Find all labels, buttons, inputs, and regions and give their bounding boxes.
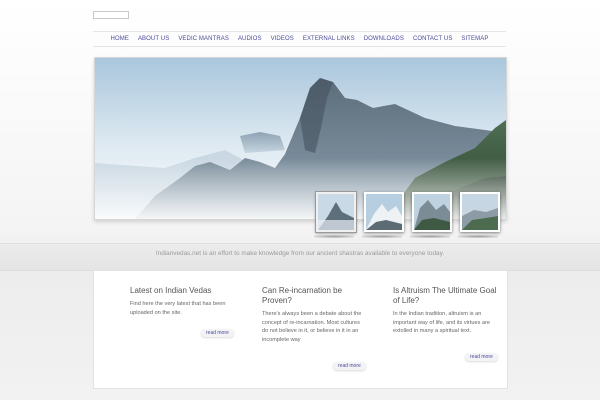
thumbnail-reflection: [410, 235, 450, 238]
main-navigation: HOME ABOUT US VEDIC MANTRAS AUDIOS VIDEO…: [93, 31, 506, 47]
tagline-band: [0, 243, 600, 271]
nav-external-links[interactable]: EXTERNAL LINKS: [303, 36, 355, 42]
nav-vedic-mantras[interactable]: VEDIC MANTRAS: [178, 36, 229, 42]
column-title: Latest on Indian Vedas: [130, 286, 212, 295]
nav-audios[interactable]: AUDIOS: [238, 36, 262, 42]
column-text: Find here the very latest that has been …: [130, 301, 226, 316]
read-more-button[interactable]: read more: [465, 353, 498, 361]
nav-downloads[interactable]: DOWNLOADS: [364, 36, 404, 42]
thumbnail-image: [318, 194, 354, 230]
thumbnail-image: [366, 194, 402, 230]
nav-contact-us[interactable]: CONTACT US: [413, 36, 452, 42]
thumbnail-reflection: [458, 235, 498, 238]
thumbnail-reflection: [314, 235, 354, 238]
thumbnail-3[interactable]: [412, 192, 452, 232]
column-reincarnation: Can Re-incarnation be Proven? There's al…: [262, 286, 366, 344]
column-title: Can Re-incarnation be Proven?: [262, 286, 343, 305]
site-logo[interactable]: [93, 11, 129, 19]
thumbnail-2[interactable]: [364, 192, 404, 232]
column-text: In the Indian tradition, altruism is an …: [393, 311, 491, 335]
slideshow-thumbnails: [0, 192, 600, 242]
read-more-button[interactable]: read more: [333, 362, 366, 370]
nav-about-us[interactable]: ABOUT US: [138, 36, 169, 42]
nav-videos[interactable]: VIDEOS: [271, 36, 294, 42]
column-title: Is Altruism The Ultimate Goal of Life?: [393, 286, 497, 305]
column-latest: Latest on Indian Vedas Find here the ver…: [130, 286, 234, 317]
column-altruism: Is Altruism The Ultimate Goal of Life? I…: [393, 286, 497, 336]
nav-sitemap[interactable]: SITEMAP: [461, 36, 488, 42]
thumbnail-reflection: [362, 235, 402, 238]
thumbnail-image: [414, 194, 450, 230]
read-more-button[interactable]: read more: [201, 329, 234, 337]
site-tagline: Indianvedas.net is an effort to make kno…: [155, 250, 445, 257]
column-text: There's always been a debate about the c…: [262, 311, 362, 343]
thumbnail-4[interactable]: [460, 192, 500, 232]
thumbnail-image: [462, 194, 498, 230]
thumbnail-1[interactable]: [316, 192, 356, 232]
nav-home[interactable]: HOME: [111, 36, 129, 42]
